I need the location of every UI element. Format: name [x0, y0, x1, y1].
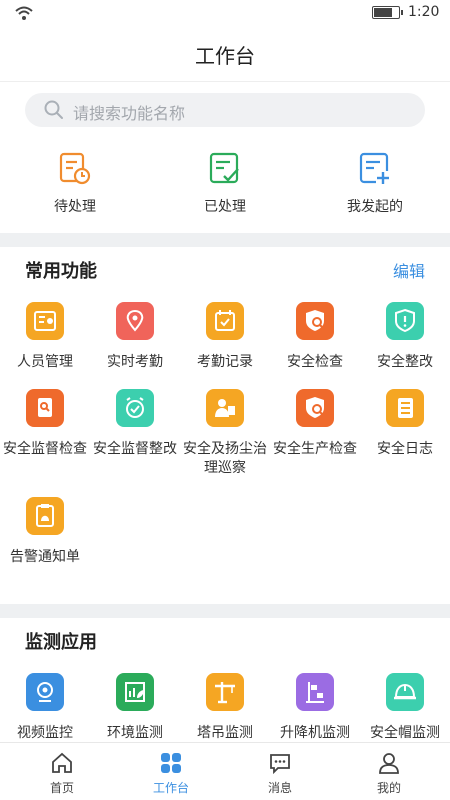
- status-time: 1:20: [408, 4, 440, 20]
- nav-bar: 工作台: [0, 26, 450, 82]
- tab-label: 工作台: [152, 781, 189, 795]
- log-book-icon: [386, 389, 424, 427]
- shield-search-icon: [296, 389, 334, 427]
- grid-item-label: 安全检查: [287, 354, 343, 370]
- quick-action-done[interactable]: 已处理: [150, 148, 300, 228]
- grid-item-label: 考勤记录: [197, 354, 253, 370]
- grid-item-label: 安全监督整改: [93, 441, 177, 457]
- grid-item-label: 实时考勤: [107, 354, 163, 370]
- grid-item-supervision-check[interactable]: 安全监督检查: [0, 389, 90, 459]
- quick-action-pending[interactable]: 待处理: [0, 148, 150, 228]
- grid-item-video[interactable]: 视频监控: [0, 673, 90, 743]
- grid-item-elevator[interactable]: 升降机监测: [270, 673, 360, 743]
- user-icon: [379, 753, 399, 774]
- grid-item-label: 安全帽监测: [370, 725, 440, 741]
- grid-item-safety-log[interactable]: 安全日志: [360, 389, 450, 459]
- grid-item-safety-check[interactable]: 安全检查: [270, 302, 360, 372]
- elevator-icon: [296, 673, 334, 711]
- grid-item-safety-rectification[interactable]: 安全整改: [360, 302, 450, 372]
- grid-item-label: 安全整改: [377, 354, 433, 370]
- section-divider: [0, 233, 450, 247]
- grid-item-tower-crane[interactable]: 塔吊监测: [180, 673, 270, 743]
- grid-item-helmet[interactable]: 安全帽监测: [360, 673, 450, 743]
- grid-item-label: 人员管理: [17, 354, 73, 370]
- tab-workbench[interactable]: 工作台: [115, 743, 227, 800]
- location-pin-icon: [116, 302, 154, 340]
- tab-messages[interactable]: 消息: [224, 743, 336, 800]
- grid-item-environment[interactable]: 环境监测: [90, 673, 180, 743]
- grid-item-personnel[interactable]: 人员管理: [0, 302, 90, 372]
- personnel-card-icon: [26, 302, 64, 340]
- grid-item-dust-patrol[interactable]: 安全及扬尘治理巡察: [180, 389, 270, 478]
- done-doc-check-icon: [209, 152, 239, 184]
- edit-button[interactable]: 编辑: [393, 258, 425, 282]
- grid-item-supervision-rectification[interactable]: 安全监督整改: [90, 389, 180, 459]
- webcam-icon: [26, 673, 64, 711]
- environment-chart-icon: [116, 673, 154, 711]
- alarm-clipboard-icon: [26, 497, 64, 535]
- tab-profile[interactable]: 我的: [333, 743, 445, 800]
- quick-action-label: 已处理: [204, 199, 246, 215]
- calendar-check-icon: [206, 302, 244, 340]
- tab-bar: 首页 工作台 消息 我的: [0, 742, 450, 800]
- grid-item-alarm-notice[interactable]: 告警通知单: [0, 497, 90, 567]
- doc-search-icon: [26, 389, 64, 427]
- alarm-check-icon: [116, 389, 154, 427]
- grid-item-label: 安全监督检查: [3, 441, 87, 457]
- grid-item-production-check[interactable]: 安全生产检查: [270, 389, 360, 459]
- helmet-icon: [386, 673, 424, 711]
- search-placeholder: 请搜索功能名称: [73, 104, 186, 123]
- tower-crane-icon: [206, 673, 244, 711]
- tab-label: 消息: [267, 781, 292, 795]
- message-icon: [270, 754, 290, 775]
- search-icon: [44, 100, 63, 119]
- initiated-doc-plus-icon: [359, 152, 390, 185]
- grid-item-label: 告警通知单: [10, 549, 80, 565]
- grid-item-label: 安全日志: [377, 441, 433, 457]
- inspector-icon: [206, 389, 244, 427]
- grid-item-label: 环境监测: [107, 725, 163, 741]
- home-icon: [52, 752, 72, 773]
- status-bar: 1:20: [0, 0, 450, 26]
- search-input[interactable]: 请搜索功能名称: [25, 93, 425, 127]
- monitoring-section-title: 监测应用: [25, 632, 97, 653]
- grid-item-realtime-attendance[interactable]: 实时考勤: [90, 302, 180, 372]
- grid-item-label: 安全生产检查: [273, 441, 357, 457]
- wifi-icon: [15, 6, 33, 20]
- grid-item-label: 视频监控: [17, 725, 73, 741]
- battery-icon: [372, 6, 403, 19]
- grid-icon: [161, 753, 181, 773]
- quick-action-label: 我发起的: [347, 199, 403, 215]
- grid-item-attendance-records[interactable]: 考勤记录: [180, 302, 270, 372]
- section-divider: [0, 604, 450, 618]
- grid-item-label: 塔吊监测: [197, 725, 253, 741]
- grid-item-label: 安全及扬尘治理巡察: [183, 441, 267, 476]
- quick-action-initiated[interactable]: 我发起的: [300, 148, 450, 228]
- tab-label: 首页: [49, 781, 74, 795]
- page-title: 工作台: [195, 44, 255, 68]
- shield-search-icon: [296, 302, 334, 340]
- quick-action-label: 待处理: [54, 199, 96, 215]
- grid-item-label: 升降机监测: [280, 725, 350, 741]
- pending-doc-clock-icon: [59, 152, 91, 185]
- shield-alert-icon: [386, 302, 424, 340]
- common-section-title: 常用功能: [25, 261, 97, 282]
- tab-home[interactable]: 首页: [6, 743, 118, 800]
- tab-label: 我的: [376, 781, 401, 795]
